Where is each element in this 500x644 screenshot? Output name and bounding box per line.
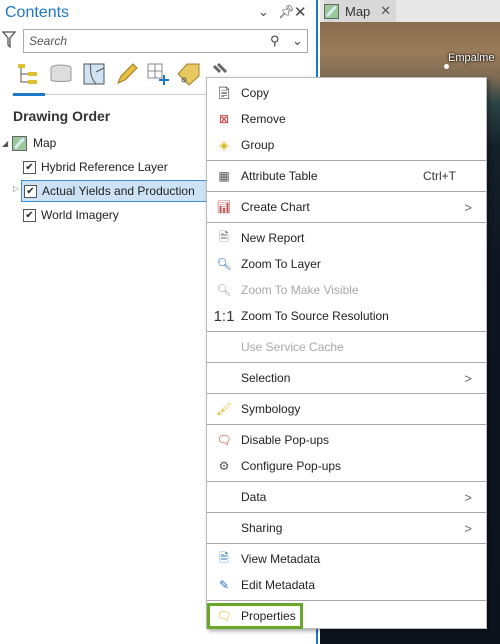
- drawing-order-icon[interactable]: [16, 62, 40, 86]
- menu-label: Selection: [241, 371, 291, 385]
- zoom-to-layer-icon: 🔍︎: [216, 257, 232, 271]
- menu-item-properties[interactable]: 🗨︎ Properties: [207, 603, 303, 629]
- layer-item[interactable]: ✔ Hybrid Reference Layer: [23, 156, 168, 178]
- menu-label: Use Service Cache: [241, 340, 344, 354]
- map-label: Map: [33, 136, 57, 150]
- data-source-icon[interactable]: [49, 62, 73, 86]
- zoom-visible-icon: 🔍︎: [216, 283, 232, 297]
- search-box[interactable]: ⚲ ⌄: [23, 29, 308, 53]
- menu-item-copy[interactable]: 📄︎ Copy: [207, 80, 486, 106]
- menu-label: Zoom To Source Resolution: [241, 309, 389, 323]
- menu-item-disable-popups[interactable]: 🗨︎ Disable Pop-ups: [207, 427, 486, 453]
- properties-icon: 🗨︎: [216, 609, 232, 623]
- chevron-down-icon[interactable]: ⌄: [292, 33, 303, 49]
- chevron-right-icon: >: [464, 489, 472, 505]
- layer-label: Hybrid Reference Layer: [41, 160, 168, 174]
- menu-label: Symbology: [241, 402, 301, 416]
- pane-title: Contents: [5, 4, 70, 21]
- layer-label: World Imagery: [41, 208, 119, 222]
- close-icon[interactable]: ✕: [294, 3, 307, 21]
- symbology-icon: 🖌︎: [216, 402, 232, 416]
- disable-popups-icon: 🗨︎: [216, 433, 232, 447]
- layer-item-selected[interactable]: ✔ Actual Yields and Production: [21, 180, 211, 202]
- tab-map[interactable]: Map ✕: [324, 0, 396, 22]
- pencil-icon: ✎: [218, 578, 230, 592]
- layer-checkbox[interactable]: ✔: [23, 160, 36, 174]
- menu-item-data[interactable]: Data >: [207, 484, 486, 510]
- chevron-right-icon: >: [464, 199, 472, 215]
- labeling-icon[interactable]: [177, 62, 201, 86]
- menu-label: New Report: [241, 231, 305, 245]
- menu-item-zoom-to-make-visible: 🔍︎ Zoom To Make Visible: [207, 277, 486, 303]
- map-tab-label: Map: [345, 3, 371, 19]
- layer-item[interactable]: ✔ World Imagery: [23, 204, 119, 226]
- menu-label: Copy: [241, 86, 270, 100]
- menu-label: Attribute Table: [241, 169, 318, 183]
- menu-item-selection[interactable]: Selection >: [207, 365, 486, 391]
- active-tab-indicator: [13, 93, 45, 96]
- group-layers-icon: ◈: [219, 138, 229, 152]
- menu-item-view-metadata[interactable]: 🗎 View Metadata: [207, 546, 486, 572]
- expand-triangle-icon[interactable]: ▷: [13, 184, 19, 193]
- menu-label: Zoom To Make Visible: [241, 283, 359, 297]
- pin-icon[interactable]: 📌︎: [278, 4, 295, 20]
- menu-label: Group: [241, 138, 275, 152]
- metadata-icon: 🗎: [219, 550, 229, 565]
- map-tab-bar: Map ✕: [320, 0, 500, 22]
- search-icon[interactable]: ⚲: [270, 33, 280, 49]
- menu-item-group[interactable]: ◈ Group: [207, 132, 486, 158]
- tree-item-map[interactable]: ◢ Map: [2, 132, 56, 154]
- menu-item-use-service-cache: Use Service Cache: [207, 334, 486, 360]
- menu-label: Edit Metadata: [241, 578, 316, 592]
- remove-layer-icon: ⊠: [218, 112, 230, 126]
- menu-label: Sharing: [241, 521, 283, 535]
- menu-label: Disable Pop-ups: [241, 433, 330, 447]
- map-icon: [324, 3, 339, 19]
- map-place-label: Empalme: [448, 52, 495, 64]
- snapping-icon[interactable]: [146, 62, 170, 86]
- map-icon: [12, 135, 27, 151]
- menu-item-new-report[interactable]: 🗎 New Report: [207, 225, 486, 251]
- table-icon: ▦: [218, 169, 230, 183]
- menu-label: View Metadata: [241, 552, 321, 566]
- place-marker: [444, 64, 449, 69]
- menu-label: Data: [241, 490, 267, 504]
- search-input[interactable]: [29, 33, 259, 49]
- menu-item-edit-metadata[interactable]: ✎ Edit Metadata: [207, 572, 486, 598]
- menu-label: Properties: [241, 609, 296, 623]
- configure-popups-icon: ⚙︎: [218, 459, 230, 473]
- layer-checkbox[interactable]: ✔: [23, 208, 36, 222]
- collapse-triangle-icon[interactable]: ◢: [2, 139, 12, 148]
- menu-item-zoom-to-layer[interactable]: 🔍︎ Zoom To Layer: [207, 251, 486, 277]
- copy-icon: 📄︎: [216, 86, 232, 100]
- layer-checkbox[interactable]: ✔: [24, 184, 37, 198]
- chevron-right-icon: >: [464, 520, 472, 536]
- layer-label: Actual Yields and Production: [42, 184, 195, 198]
- menu-label: Create Chart: [241, 200, 310, 214]
- report-icon: 🗎: [219, 229, 229, 244]
- menu-item-zoom-to-source-resolution[interactable]: 1:1 Zoom To Source Resolution: [207, 303, 486, 329]
- menu-item-symbology[interactable]: 🖌︎ Symbology: [207, 396, 486, 422]
- menu-item-remove[interactable]: ⊠ Remove: [207, 106, 486, 132]
- close-icon[interactable]: ✕: [380, 3, 391, 19]
- section-title: Drawing Order: [13, 108, 111, 124]
- chevron-down-icon[interactable]: ⌄: [258, 4, 269, 20]
- context-menu: 📄︎ Copy ⊠ Remove ◈ Group ▦ Attribute Table Ct…: [206, 77, 487, 629]
- bar-chart-icon: 📊︎: [216, 200, 232, 214]
- shortcut-label: Ctrl+T: [423, 169, 456, 183]
- menu-label: Configure Pop-ups: [241, 459, 342, 473]
- filter-icon[interactable]: [2, 30, 16, 48]
- menu-item-configure-popups[interactable]: ⚙︎ Configure Pop-ups: [207, 453, 486, 479]
- menu-item-sharing[interactable]: Sharing >: [207, 515, 486, 541]
- menu-item-attribute-table[interactable]: ▦ Attribute Table Ctrl+T: [207, 163, 486, 189]
- selection-map-icon[interactable]: [82, 62, 106, 86]
- one-to-one-icon: 1:1: [213, 307, 235, 325]
- chevron-right-icon: >: [464, 370, 472, 386]
- menu-label: Remove: [241, 112, 286, 126]
- menu-label: Zoom To Layer: [241, 257, 321, 271]
- menu-item-create-chart[interactable]: 📊︎ Create Chart >: [207, 194, 486, 220]
- pencil-icon[interactable]: [115, 62, 139, 86]
